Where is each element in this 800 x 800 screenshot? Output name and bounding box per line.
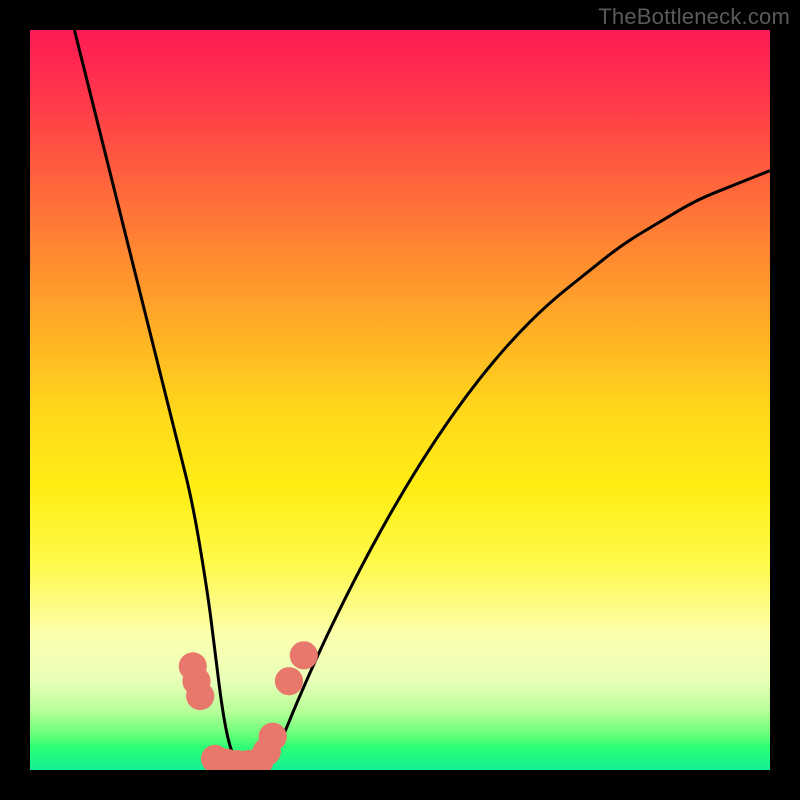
chart-frame: TheBottleneck.com xyxy=(0,0,800,800)
chart-marker xyxy=(275,667,303,695)
chart-marker xyxy=(290,641,318,669)
plot-area xyxy=(30,30,770,770)
chart-svg xyxy=(30,30,770,770)
watermark-label: TheBottleneck.com xyxy=(598,4,790,30)
bottleneck-curve xyxy=(74,30,770,770)
chart-marker xyxy=(186,682,214,710)
chart-marker xyxy=(259,723,287,751)
